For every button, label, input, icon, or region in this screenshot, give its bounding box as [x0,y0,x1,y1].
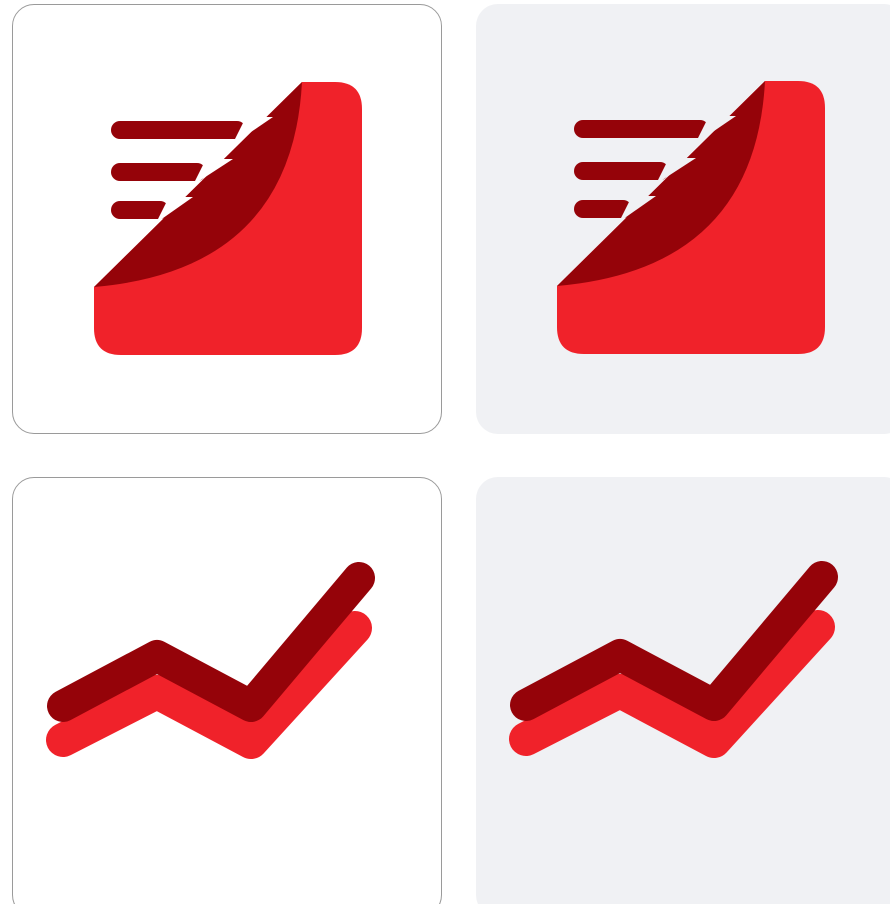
icon-tile-white-feed[interactable] [12,4,442,434]
feed-reader-icon [557,81,825,354]
icon-tile-gray-feed[interactable] [476,4,890,434]
icon-preview-grid [0,0,890,904]
trend-line-icon [46,562,375,759]
icon-tile-gray-trend[interactable] [476,477,890,904]
trend-line-icon [509,561,838,758]
icon-tile-white-trend[interactable] [12,477,442,904]
feed-reader-icon [94,82,362,355]
